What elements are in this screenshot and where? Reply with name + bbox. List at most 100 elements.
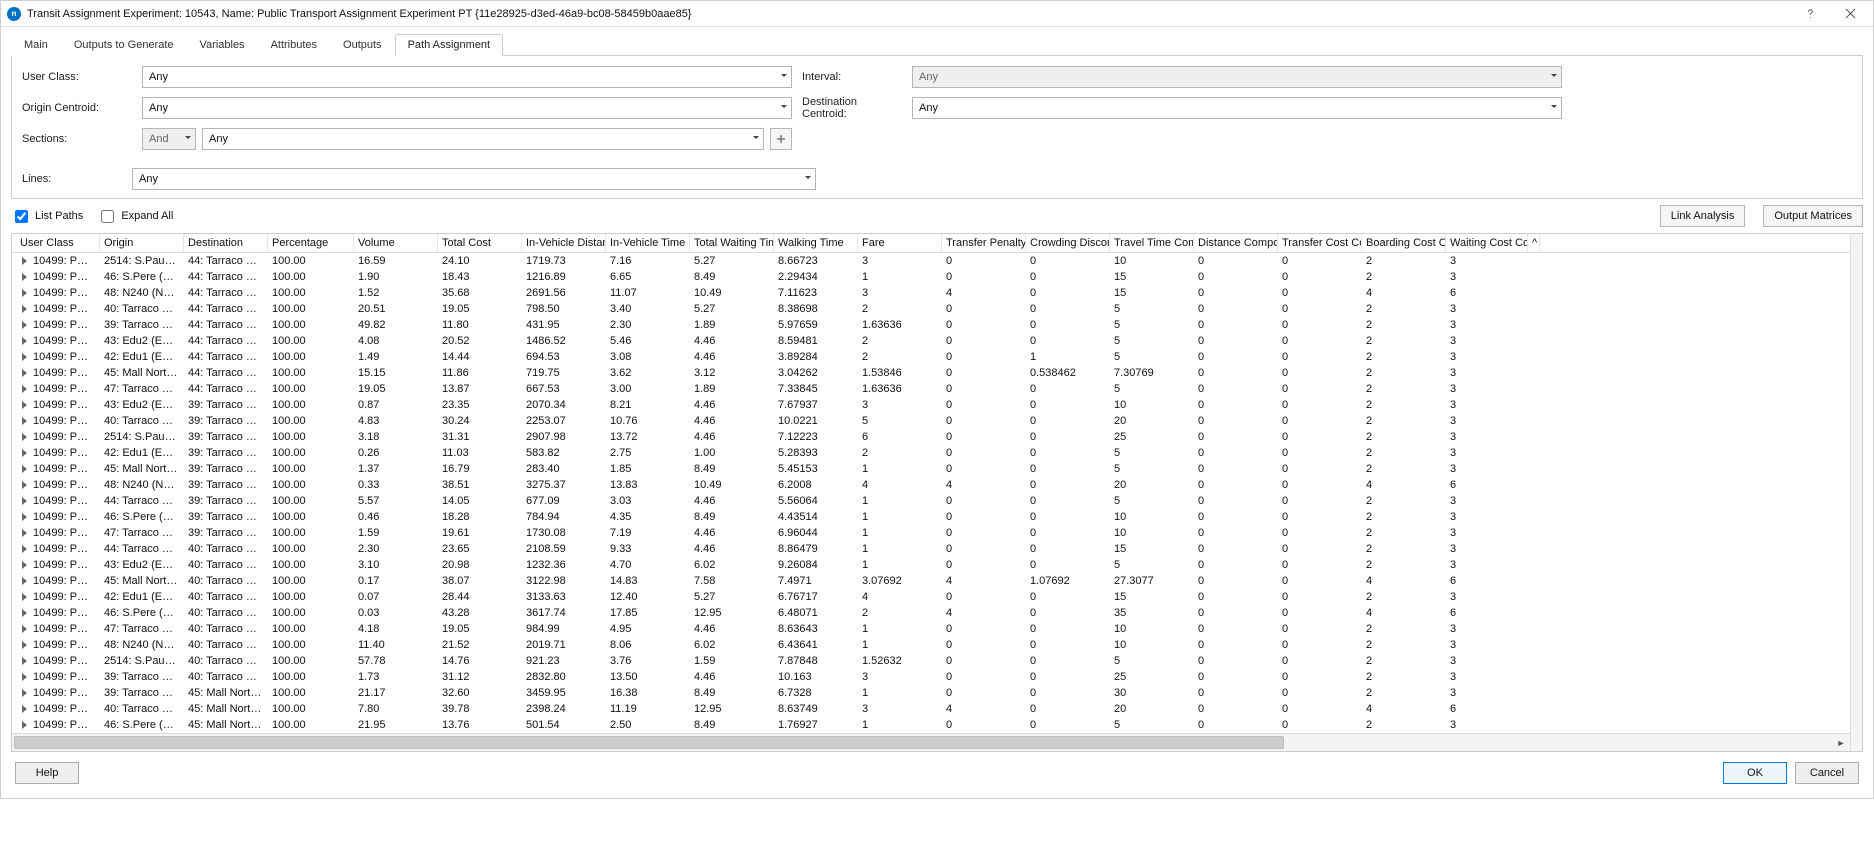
column-header[interactable]: Travel Time Comp [1110, 234, 1194, 252]
output-matrices-button[interactable]: Output Matrices [1763, 205, 1863, 227]
expand-icon[interactable] [22, 513, 27, 521]
column-header[interactable]: Total Cost [438, 234, 522, 252]
link-analysis-button[interactable]: Link Analysis [1660, 205, 1746, 227]
expand-icon[interactable] [22, 625, 27, 633]
column-header[interactable]: Percentage [268, 234, 354, 252]
interval-combo[interactable] [912, 66, 1562, 88]
destination-centroid-value[interactable] [912, 97, 1562, 119]
expand-icon[interactable] [22, 641, 27, 649]
table-row[interactable]: 10499: PT U...45: Mall North (...39: Tar… [12, 461, 1850, 477]
table-row[interactable]: 10499: PT U...39: Tarraco E (Ta...45: Ma… [12, 685, 1850, 701]
column-header[interactable]: Waiting Cost Con [1446, 234, 1528, 252]
expand-icon[interactable] [22, 529, 27, 537]
table-row[interactable]: 10499: PT U...47: Tarraco N (T...40: Tar… [12, 621, 1850, 637]
table-row[interactable]: 10499: PT U...46: S.Pere (S.Pere)45: Mal… [12, 717, 1850, 733]
table-row[interactable]: 10499: PT U...42: Edu1 (Edu1)39: Tarraco… [12, 445, 1850, 461]
table-row[interactable]: 10499: PT U...40: Tarraco S (Ta...45: Ma… [12, 701, 1850, 717]
scroll-up-icon[interactable]: ^ [1528, 234, 1540, 252]
table-row[interactable]: 10499: PT U...39: Tarraco E (Ta...44: Ta… [12, 317, 1850, 333]
expand-icon[interactable] [22, 433, 27, 441]
table-row[interactable]: 10499: PT U...39: Tarraco E (Ta...40: Ta… [12, 669, 1850, 685]
user-class-combo[interactable] [142, 66, 792, 88]
column-header[interactable]: In-Vehicle Time [606, 234, 690, 252]
table-row[interactable]: 10499: PT U...46: S.Pere (S.Pere)40: Tar… [12, 605, 1850, 621]
tab-path-assignment[interactable]: Path Assignment [395, 34, 504, 56]
table-row[interactable]: 10499: PT U...42: Edu1 (Edu1)40: Tarraco… [12, 589, 1850, 605]
table-row[interactable]: 10499: PT U...43: Edu2 (Edu2)39: Tarraco… [12, 397, 1850, 413]
expand-icon[interactable] [22, 609, 27, 617]
expand-icon[interactable] [22, 673, 27, 681]
scrollbar-thumb[interactable] [14, 736, 1284, 749]
list-paths-checkbox[interactable]: List Paths [11, 207, 83, 226]
table-row[interactable]: 10499: PT U...2514: S.Pau (S.P...39: Tar… [12, 429, 1850, 445]
column-header[interactable]: User Class [12, 234, 100, 252]
table-row[interactable]: 10499: PT U...2514: S.Pau (S.P...40: Tar… [12, 653, 1850, 669]
table-row[interactable]: 10499: PT U...40: Tarraco S (Ta...44: Ta… [12, 301, 1850, 317]
expand-icon[interactable] [22, 385, 27, 393]
expand-icon[interactable] [22, 257, 27, 265]
table-row[interactable]: 10499: PT U...48: N240 (N240)44: Tarraco… [12, 285, 1850, 301]
expand-icon[interactable] [22, 689, 27, 697]
table-row[interactable]: 10499: PT U...46: S.Pere (S.Pere)39: Tar… [12, 509, 1850, 525]
expand-icon[interactable] [22, 705, 27, 713]
sections-op-value[interactable] [142, 128, 196, 150]
column-header[interactable]: Origin [100, 234, 184, 252]
lines-value[interactable] [132, 168, 816, 190]
expand-icon[interactable] [22, 577, 27, 585]
expand-icon[interactable] [22, 417, 27, 425]
expand-icon[interactable] [22, 273, 27, 281]
table-row[interactable]: 10499: PT U...44: Tarraco C (T...39: Tar… [12, 493, 1850, 509]
expand-icon[interactable] [22, 305, 27, 313]
horizontal-scrollbar[interactable]: ◄ ► [12, 733, 1850, 751]
table-row[interactable]: 10499: PT U...46: S.Pere (S.Pere)44: Tar… [12, 269, 1850, 285]
expand-icon[interactable] [22, 321, 27, 329]
expand-icon[interactable] [22, 449, 27, 457]
table-row[interactable]: 10499: PT U...45: Mall North (...44: Tar… [12, 365, 1850, 381]
table-row[interactable]: 10499: PT U...40: Tarraco S (Ta...39: Ta… [12, 413, 1850, 429]
expand-icon[interactable] [22, 353, 27, 361]
lines-combo[interactable] [132, 168, 816, 190]
column-header[interactable]: Transfer Cost Con [1278, 234, 1362, 252]
expand-icon[interactable] [22, 401, 27, 409]
table-row[interactable]: 10499: PT U...47: Tarraco N (T...39: Tar… [12, 525, 1850, 541]
column-header[interactable]: Boarding Cost Co [1362, 234, 1446, 252]
column-header[interactable]: Walking Time [774, 234, 858, 252]
expand-icon[interactable] [22, 721, 27, 729]
expand-icon[interactable] [22, 465, 27, 473]
table-row[interactable]: 10499: PT U...42: Edu1 (Edu1)44: Tarraco… [12, 349, 1850, 365]
table-row[interactable]: 10499: PT U...44: Tarraco C (T...40: Tar… [12, 541, 1850, 557]
expand-icon[interactable] [22, 561, 27, 569]
scroll-right-icon[interactable]: ► [1832, 734, 1850, 751]
sections-combo[interactable] [202, 128, 764, 150]
table-row[interactable]: 10499: PT U...2514: S.Pau (S.P...44: Tar… [12, 253, 1850, 269]
help-button[interactable]: Help [15, 762, 79, 784]
origin-centroid-value[interactable] [142, 97, 792, 119]
expand-icon[interactable] [22, 657, 27, 665]
column-header[interactable]: Total Waiting Tim [690, 234, 774, 252]
vertical-scrollbar[interactable] [1850, 234, 1862, 751]
table-row[interactable]: 10499: PT U...45: Mall North (...40: Tar… [12, 573, 1850, 589]
tab-outputs-to-generate[interactable]: Outputs to Generate [61, 34, 187, 56]
table-row[interactable]: 10499: PT U...43: Edu2 (Edu2)40: Tarraco… [12, 557, 1850, 573]
column-header[interactable]: Transfer Penalty [942, 234, 1026, 252]
interval-value[interactable] [912, 66, 1562, 88]
sections-op-combo[interactable] [142, 128, 196, 150]
expand-icon[interactable] [22, 497, 27, 505]
destination-centroid-combo[interactable] [912, 97, 1562, 119]
expand-icon[interactable] [22, 593, 27, 601]
table-row[interactable]: 10499: PT U...48: N240 (N240)40: Tarraco… [12, 637, 1850, 653]
column-header[interactable]: In-Vehicle Distanc [522, 234, 606, 252]
tab-attributes[interactable]: Attributes [258, 34, 330, 56]
expand-icon[interactable] [22, 337, 27, 345]
add-section-button[interactable] [770, 128, 792, 150]
expand-icon[interactable] [22, 369, 27, 377]
expand-icon[interactable] [22, 481, 27, 489]
sections-value[interactable] [202, 128, 764, 150]
table-row[interactable]: 10499: PT U...43: Edu2 (Edu2)44: Tarraco… [12, 333, 1850, 349]
column-header[interactable]: Crowding Discom [1026, 234, 1110, 252]
table-row[interactable]: 10499: PT U...47: Tarraco N (T...44: Tar… [12, 381, 1850, 397]
expand-all-checkbox[interactable]: Expand All [97, 207, 173, 226]
help-titlebar-button[interactable] [1793, 3, 1827, 25]
tab-variables[interactable]: Variables [187, 34, 258, 56]
column-header[interactable]: Volume [354, 234, 438, 252]
